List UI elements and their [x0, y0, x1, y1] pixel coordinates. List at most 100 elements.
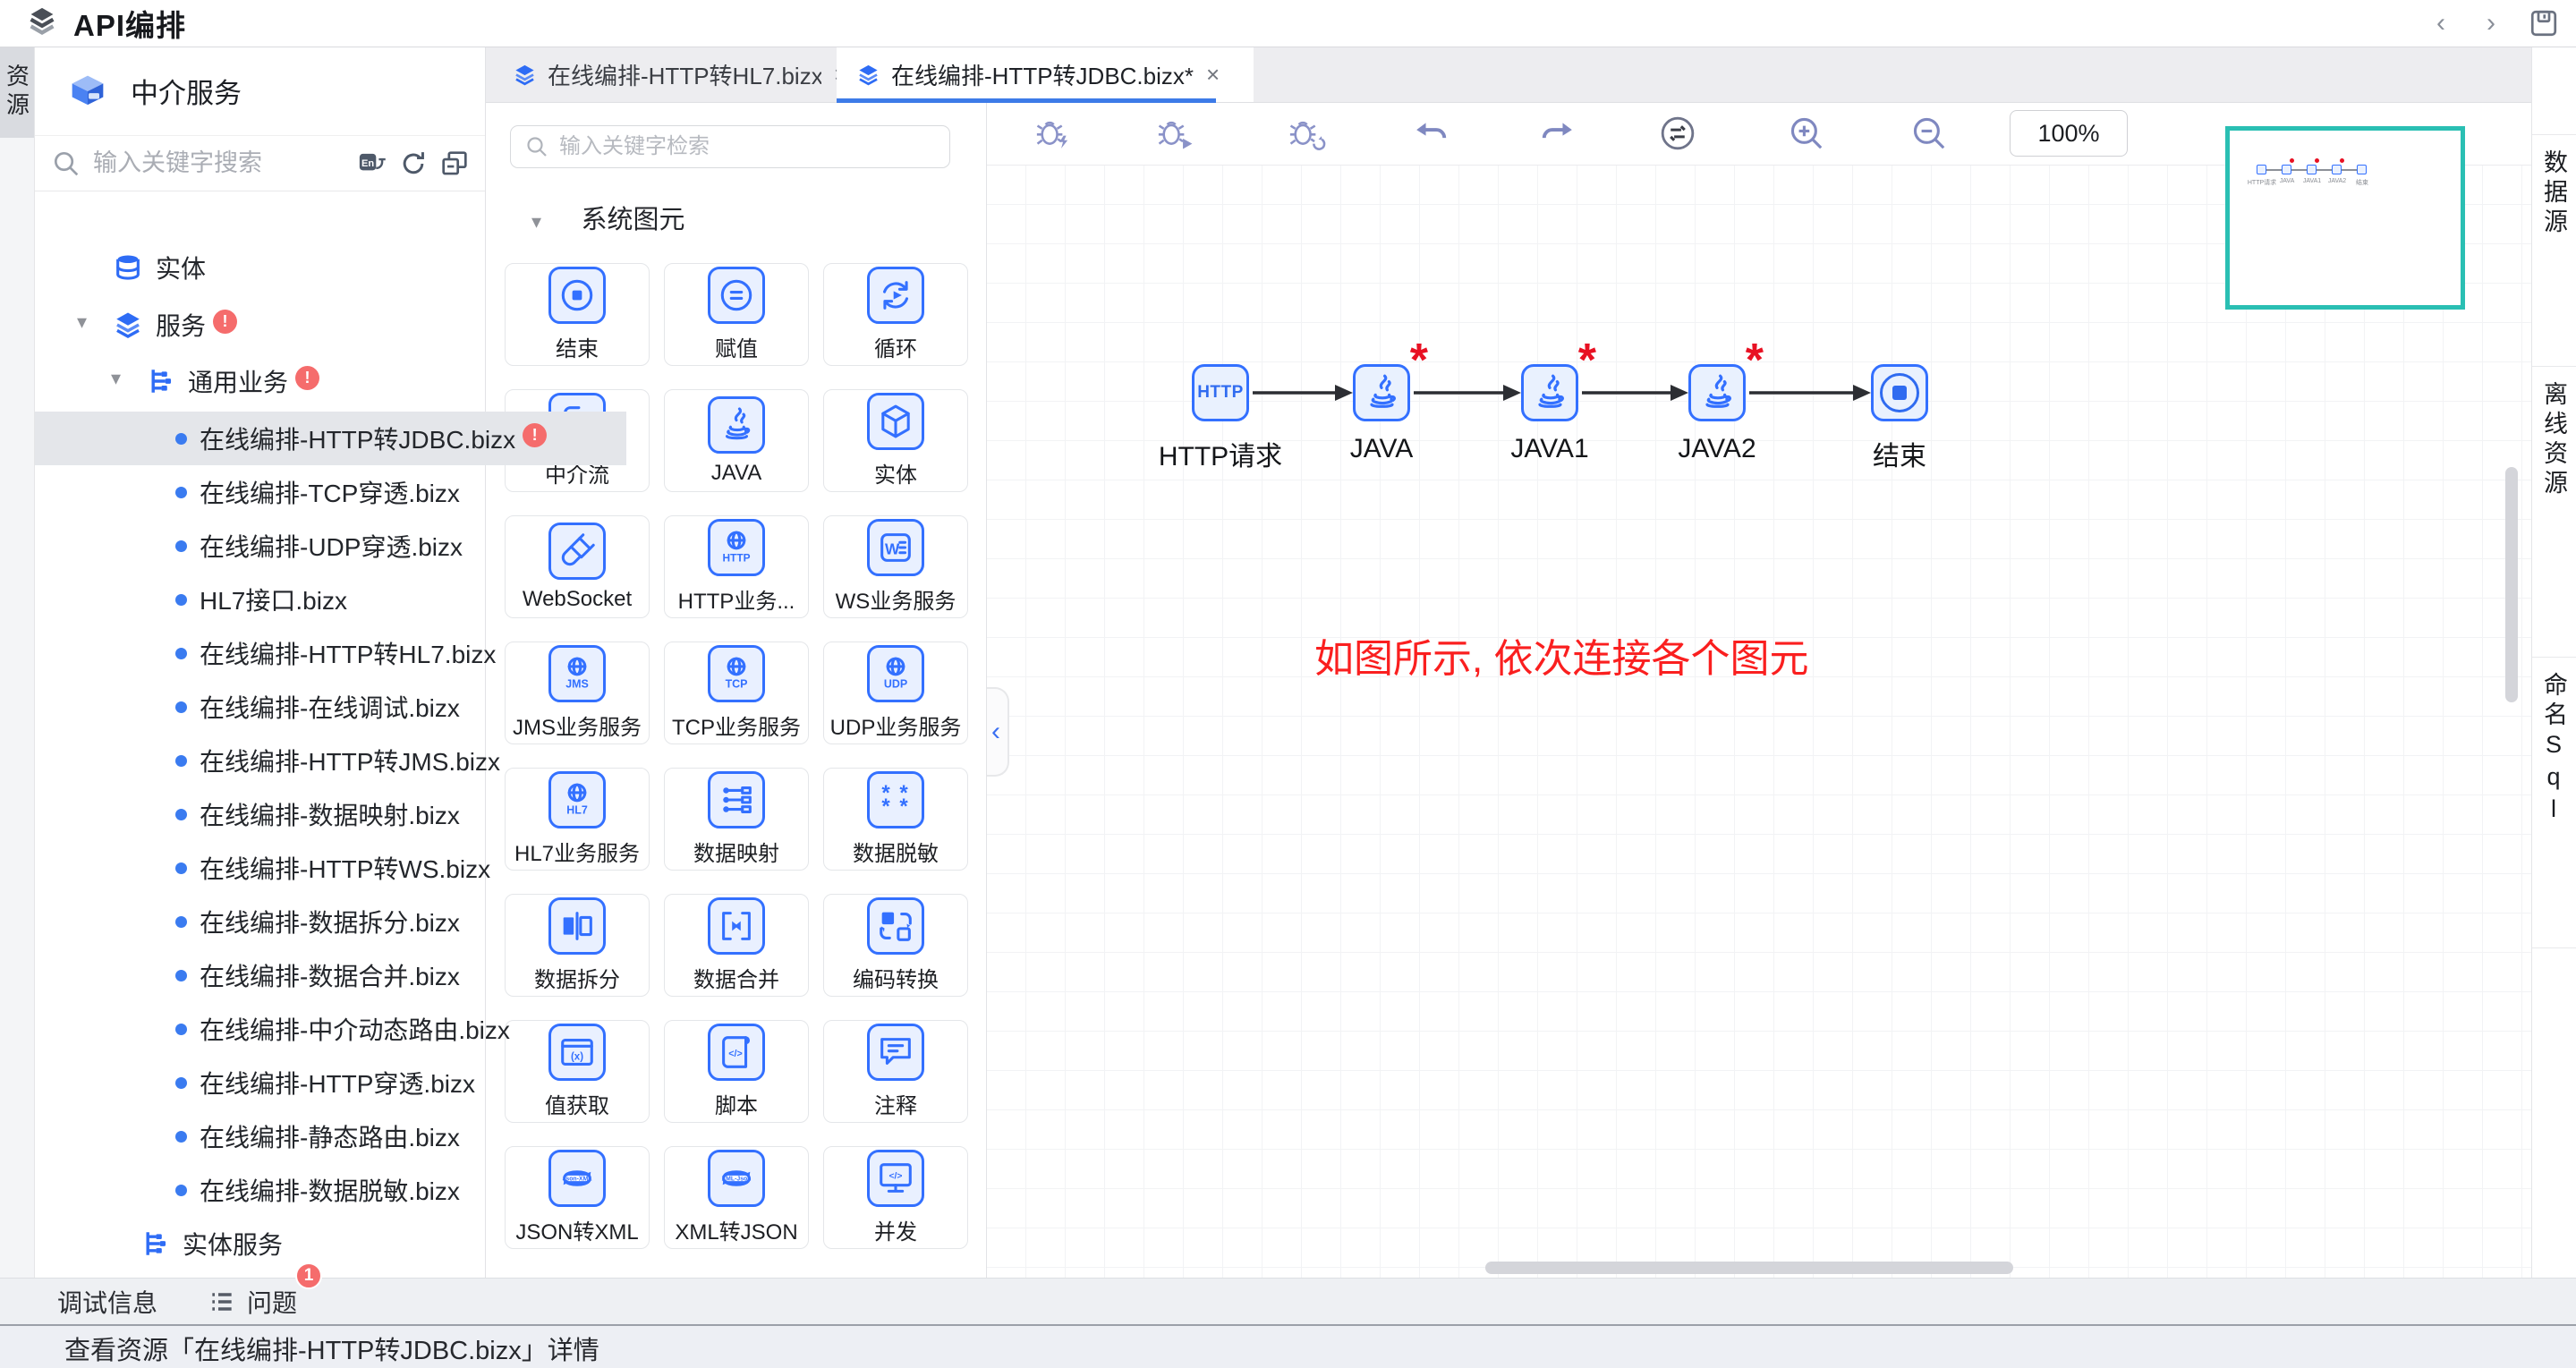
tree-file[interactable]: 在线编排-UDP穿透.bizx: [34, 519, 626, 573]
tree-file[interactable]: 在线编排-HTTP转WS.bizx: [34, 841, 626, 895]
http-service-icon: HTTP: [708, 519, 765, 576]
debug-step-icon[interactable]: [1287, 114, 1326, 153]
palette-item-data-masking[interactable]: * ** * 数据脱敏: [823, 768, 968, 871]
tab-http-jdbc[interactable]: 在线编排-HTTP转JDBC.bizx* ×: [837, 47, 1254, 102]
node-java[interactable]: * JAVA: [1353, 364, 1410, 421]
script-icon: </>: [708, 1024, 765, 1081]
palette-item-script[interactable]: </> 脚本: [664, 1020, 809, 1123]
flow-canvas[interactable]: 100% HTTP HTTP请求 * JAVA: [986, 102, 2532, 1278]
ws-service-icon: W: [867, 519, 924, 576]
node-java1[interactable]: * JAVA1: [1521, 364, 1578, 421]
java-node-icon: [1688, 364, 1746, 421]
node-java2[interactable]: * JAVA2: [1688, 364, 1746, 421]
required-asterisk: *: [1578, 334, 1596, 387]
palette-item-java[interactable]: JAVA: [664, 389, 809, 492]
left-rail: 资源: [0, 47, 35, 1278]
rail-tab-resource[interactable]: 资源: [0, 47, 34, 138]
debug-run-icon[interactable]: [1155, 114, 1194, 153]
palette-collapse-handle[interactable]: ‹: [986, 687, 1009, 777]
refresh-icon[interactable]: [399, 149, 428, 178]
node-http-request[interactable]: HTTP HTTP请求: [1192, 364, 1249, 421]
caret-down-icon[interactable]: ▾: [111, 367, 121, 390]
cube-icon: [867, 393, 924, 450]
palette-item-data-mapping[interactable]: 数据映射: [664, 768, 809, 871]
palette-item-tcp-service[interactable]: TCP TCP业务服务: [664, 642, 809, 744]
tree-file[interactable]: 在线编排-在线调试.bizx: [34, 680, 626, 734]
file-bullet-icon: [175, 701, 187, 713]
file-bullet-icon: [175, 540, 187, 552]
canvas-annotation[interactable]: 如图所示, 依次连接各个图元: [1314, 626, 1808, 684]
undo-icon[interactable]: [1412, 114, 1451, 153]
right-rail: 数据源 离线资源 命名Sql: [2531, 47, 2576, 1278]
tree-file[interactable]: 在线编排-数据脱敏.bizx: [34, 1163, 626, 1217]
comment-icon: [867, 1024, 924, 1081]
minimap-node: [2282, 165, 2291, 174]
canvas-grid[interactable]: HTTP HTTP请求 * JAVA * JAVA1 * JAVA2 结束: [986, 165, 2532, 1278]
nav-back-icon[interactable]: ‹: [2427, 2, 2454, 45]
sidebar-panel-title: 中介服务: [131, 71, 242, 111]
tree-file[interactable]: 在线编排-HTTP转HL7.bizx: [34, 626, 626, 680]
redo-icon[interactable]: [1537, 114, 1577, 153]
tree-file[interactable]: HL7接口.bizx: [34, 573, 626, 626]
palette-item-concurrent[interactable]: </> 并发: [823, 1146, 968, 1249]
sidebar-panel-header: 中介服务: [34, 47, 485, 136]
debug-info-button[interactable]: 调试信息: [57, 1284, 157, 1320]
translate-icon[interactable]: En: [358, 149, 387, 178]
tab-http-hl7[interactable]: 在线编排-HTTP转HL7.bizx ×: [493, 47, 865, 102]
mediation-service-icon: [64, 68, 111, 115]
resource-tree: 实体 ▾ 服务 ! ▾ 通用业务 !: [34, 190, 485, 1228]
tree-item-entity[interactable]: 实体: [34, 241, 564, 294]
zoom-in-icon[interactable]: [1787, 114, 1826, 153]
palette-search-input[interactable]: [557, 133, 935, 160]
palette-item-xml-to-json[interactable]: XML-Json XML转JSON: [664, 1146, 809, 1249]
tree-file[interactable]: 在线编排-HTTP转JMS.bizx: [34, 734, 626, 787]
palette-item-encoding-convert[interactable]: 编码转换: [823, 894, 968, 997]
tree-item-group-general[interactable]: ▾ 通用业务 !: [34, 354, 596, 408]
java-icon: [708, 396, 765, 454]
close-tab-icon[interactable]: ×: [1206, 61, 1220, 89]
tree-item-service[interactable]: ▾ 服务 !: [34, 298, 564, 352]
save-icon[interactable]: [2528, 7, 2560, 39]
horizontal-scrollbar[interactable]: [1485, 1262, 2013, 1274]
palette-item-loop[interactable]: 循环: [823, 263, 968, 366]
auto-layout-icon[interactable]: [1658, 114, 1697, 153]
tree-file[interactable]: 在线编排-数据映射.bizx: [34, 787, 626, 841]
debug-start-icon[interactable]: [1033, 114, 1073, 153]
palette-item-udp-service[interactable]: UDP UDP业务服务: [823, 642, 968, 744]
vertical-scrollbar[interactable]: [2505, 467, 2518, 702]
end-node-icon: [1871, 364, 1928, 421]
palette-section-header[interactable]: ▾ 系统图元: [485, 199, 986, 238]
zoom-level-control[interactable]: 100%: [2010, 110, 2128, 157]
palette-item-http-service[interactable]: HTTP HTTP业务...: [664, 515, 809, 618]
tree-file[interactable]: 在线编排-数据拆分.bizx: [34, 895, 626, 948]
caret-down-icon[interactable]: ▾: [77, 310, 87, 334]
palette-item-assign[interactable]: 赋值: [664, 263, 809, 366]
tree-file[interactable]: 在线编排-数据合并.bizx: [34, 948, 626, 1002]
svg-text:TCP: TCP: [726, 677, 748, 690]
palette-item-comment[interactable]: 注释: [823, 1020, 968, 1123]
palette-item-ws-service[interactable]: W WS业务服务: [823, 515, 968, 618]
editor-tab-strip: 在线编排-HTTP转HL7.bizx × 在线编排-HTTP转JDBC.bizx…: [485, 47, 2532, 103]
file-bullet-icon: [175, 1185, 187, 1196]
minimap-asterisk-dot: [2340, 158, 2344, 163]
rail-tab-named-sql[interactable]: 命名Sql: [2532, 658, 2576, 948]
zoom-out-icon[interactable]: [1909, 114, 1949, 153]
issues-button[interactable]: 问题 1: [208, 1284, 297, 1320]
nav-forward-icon[interactable]: ›: [2478, 2, 2504, 45]
file-bullet-icon: [175, 916, 187, 928]
tree-file[interactable]: 在线编排-中介动态路由.bizx: [34, 1002, 626, 1056]
tcp-service-icon: TCP: [708, 645, 765, 702]
rail-tab-datasource[interactable]: 数据源: [2532, 134, 2576, 367]
sidebar-search-input[interactable]: [91, 149, 345, 178]
minimap-connector: [2342, 169, 2357, 171]
tree-file[interactable]: 在线编排-HTTP穿透.bizx: [34, 1056, 626, 1109]
rail-tab-offline-resource[interactable]: 离线资源: [2532, 367, 2576, 658]
palette-item-entity[interactable]: 实体: [823, 389, 968, 492]
tree-file[interactable]: 在线编排-TCP穿透.bizx: [34, 465, 626, 519]
tree-file[interactable]: 在线编排-静态路由.bizx: [34, 1109, 626, 1163]
palette-item-data-merge[interactable]: 数据合并: [664, 894, 809, 997]
minimap[interactable]: HTTP请求 JAVA JAVA1 JAVA2 结束: [2225, 126, 2465, 310]
tree-file-http-jdbc[interactable]: 在线编排-HTTP转JDBC.bizx !: [34, 412, 626, 465]
node-end[interactable]: 结束: [1871, 364, 1928, 421]
collapse-panels-icon[interactable]: [440, 149, 469, 178]
